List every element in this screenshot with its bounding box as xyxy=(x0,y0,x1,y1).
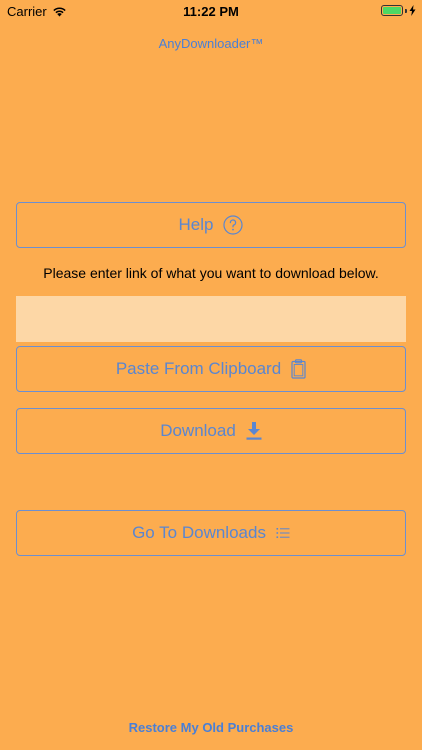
list-icon xyxy=(276,528,290,538)
status-bar: Carrier 11:22 PM xyxy=(0,0,422,24)
battery-indicator xyxy=(381,5,416,16)
paste-button-label: Paste From Clipboard xyxy=(115,359,282,378)
restore-purchases-link[interactable]: Restore My Old Purchases xyxy=(0,720,422,735)
download-button[interactable]: Download xyxy=(16,408,406,454)
help-button-label: Help xyxy=(178,215,214,234)
link-input[interactable] xyxy=(16,296,406,342)
download-arrow-icon xyxy=(246,422,262,440)
instruction-text: Please enter link of what you want to do… xyxy=(43,265,379,281)
charging-bolt-icon xyxy=(409,5,416,16)
status-clock: 11:22 PM xyxy=(183,4,239,19)
battery-icon xyxy=(381,5,403,16)
go-to-downloads-label: Go To Downloads xyxy=(132,523,266,542)
paste-from-clipboard-button[interactable]: Paste From Clipboard xyxy=(16,346,406,392)
battery-nub xyxy=(405,8,407,13)
app-title: AnyDownloader™ xyxy=(158,36,264,51)
go-to-downloads-button[interactable]: Go To Downloads xyxy=(16,510,406,556)
clipboard-icon xyxy=(291,359,306,379)
battery-level xyxy=(383,7,401,14)
help-button[interactable]: Help xyxy=(16,202,406,248)
download-button-label: Download xyxy=(160,421,236,440)
question-circle-icon xyxy=(223,215,244,235)
